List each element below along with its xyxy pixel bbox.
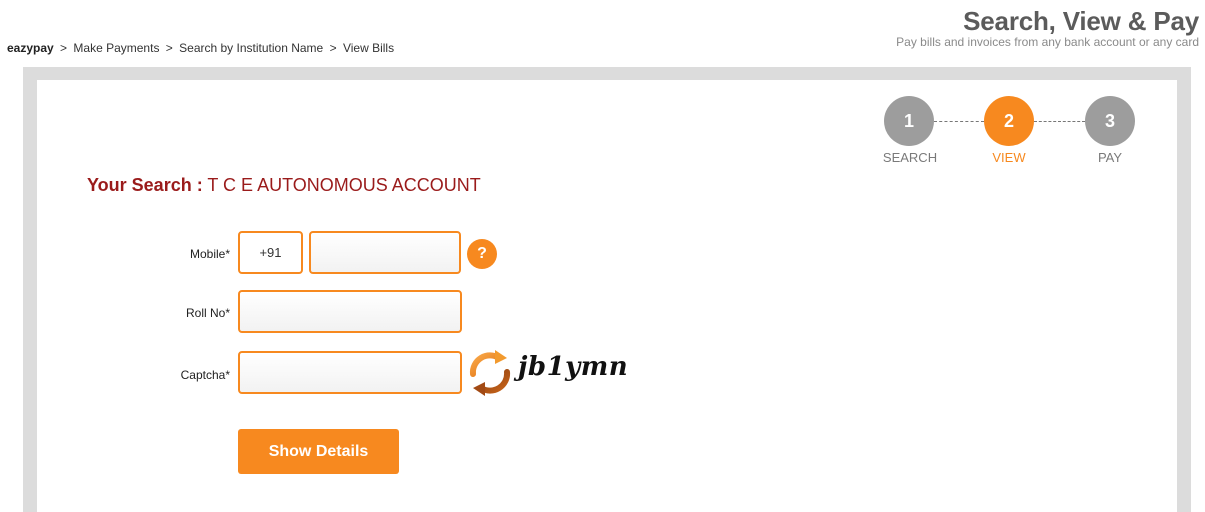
captcha-image-text: jb1ymn xyxy=(518,352,629,382)
step-connector xyxy=(1034,121,1085,122)
refresh-captcha-icon[interactable] xyxy=(465,348,517,398)
step-label-pay: PAY xyxy=(1097,150,1123,165)
rollno-label: Roll No* xyxy=(185,306,230,320)
captcha-label: Captcha* xyxy=(180,368,230,382)
captcha-input[interactable] xyxy=(238,351,462,394)
mobile-label: Mobile* xyxy=(189,247,230,261)
breadcrumb-separator: > xyxy=(60,41,68,55)
page-header: Search, View & Pay Pay bills and invoice… xyxy=(896,6,1199,49)
step-connector xyxy=(934,121,984,122)
page-title: Search, View & Pay xyxy=(963,6,1199,36)
mobile-input[interactable] xyxy=(309,231,461,274)
step-circle-view: 2 xyxy=(984,96,1034,146)
breadcrumb-home-link[interactable]: eazypay xyxy=(7,41,54,55)
step-circle-search: 1 xyxy=(884,96,934,146)
breadcrumb-item-make-payments[interactable]: Make Payments xyxy=(73,41,159,55)
question-mark-icon[interactable]: ? xyxy=(467,239,497,269)
breadcrumb-item-search-by-institution[interactable]: Search by Institution Name xyxy=(179,41,323,55)
show-details-button[interactable]: Show Details xyxy=(238,429,399,474)
rollno-input[interactable] xyxy=(238,290,462,333)
breadcrumb-item-view-bills: View Bills xyxy=(342,41,395,55)
search-summary-label: Your Search : xyxy=(87,175,203,195)
page-subtitle: Pay bills and invoices from any bank acc… xyxy=(896,35,1199,49)
step-circle-pay: 3 xyxy=(1085,96,1135,146)
search-summary: Your Search : T C E AUTONOMOUS ACCOUNT xyxy=(87,175,481,196)
search-summary-value: T C E AUTONOMOUS ACCOUNT xyxy=(207,175,481,195)
country-code-prefix: +91 xyxy=(238,231,303,274)
breadcrumb-separator: > xyxy=(329,41,337,55)
step-label-view: VIEW xyxy=(992,150,1026,165)
breadcrumb: eazypay > Make Payments > Search by Inst… xyxy=(7,41,394,55)
step-label-search: SEARCH xyxy=(882,150,938,165)
breadcrumb-separator: > xyxy=(165,41,173,55)
